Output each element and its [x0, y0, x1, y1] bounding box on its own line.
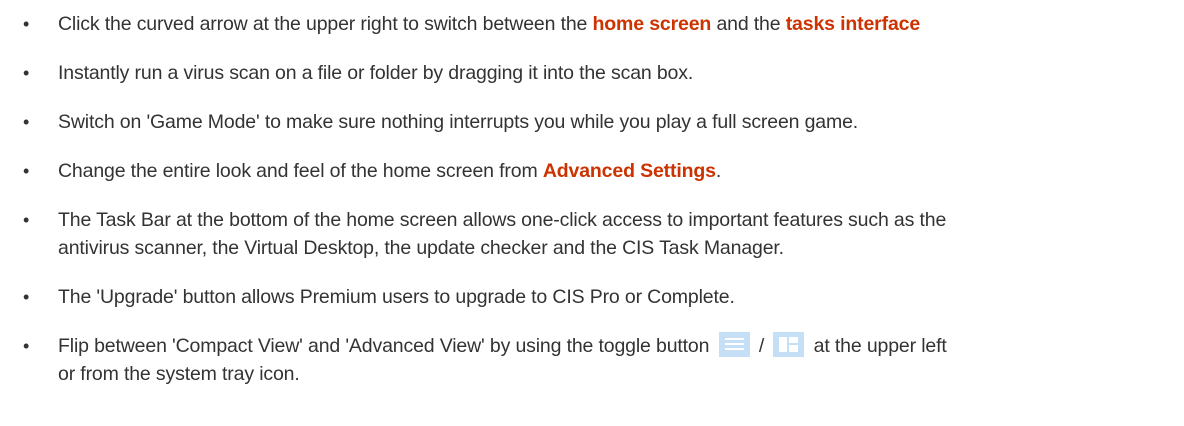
tip-item-toggle-view: • Flip between 'Compact View' and 'Advan…: [0, 332, 1184, 388]
tip-text-line1: The Task Bar at the bottom of the home s…: [58, 209, 947, 231]
tip-text-line2: antivirus scanner, the Virtual Desktop, …: [58, 237, 784, 259]
tip-separator: /: [753, 335, 770, 357]
home-screen-link[interactable]: home screen: [593, 13, 712, 35]
advanced-settings-link[interactable]: Advanced Settings: [543, 160, 716, 182]
tip-text: The 'Upgrade' button allows Premium user…: [58, 286, 735, 308]
bullet: •: [23, 14, 30, 34]
tip-item-task-bar: • The Task Bar at the bottom of the home…: [0, 206, 1184, 262]
tip-text: .: [715, 160, 722, 182]
compact-view-icon: [718, 332, 750, 357]
bullet: •: [23, 63, 30, 83]
tasks-interface-link[interactable]: tasks interface: [786, 13, 920, 35]
tip-text: at the upper left: [808, 335, 947, 357]
bullet: •: [23, 210, 30, 230]
tip-item-virus-scan: • Instantly run a virus scan on a file o…: [0, 59, 1184, 87]
tip-text: Click the curved arrow at the upper righ…: [58, 13, 593, 35]
tip-item-switch-view: • Click the curved arrow at the upper ri…: [0, 10, 1184, 38]
bullet: •: [23, 112, 30, 132]
bullet: •: [23, 336, 30, 356]
tip-text: Instantly run a virus scan on a file or …: [58, 62, 694, 84]
tip-item-game-mode: • Switch on 'Game Mode' to make sure not…: [0, 108, 1184, 136]
tip-text: Change the entire look and feel of the h…: [58, 160, 543, 182]
tip-text: Flip between 'Compact View' and 'Advance…: [58, 335, 715, 357]
tip-text-line2: or from the system tray icon.: [58, 363, 300, 385]
tip-text: Switch on 'Game Mode' to make sure nothi…: [58, 111, 859, 133]
tips-list: • Click the curved arrow at the upper ri…: [0, 0, 1184, 388]
tip-item-advanced-settings: • Change the entire look and feel of the…: [0, 157, 1184, 185]
tip-item-upgrade: • The 'Upgrade' button allows Premium us…: [0, 283, 1184, 311]
bullet: •: [23, 287, 30, 307]
bullet: •: [23, 161, 30, 181]
advanced-view-icon: [773, 332, 805, 357]
tip-text: and the: [711, 13, 786, 35]
